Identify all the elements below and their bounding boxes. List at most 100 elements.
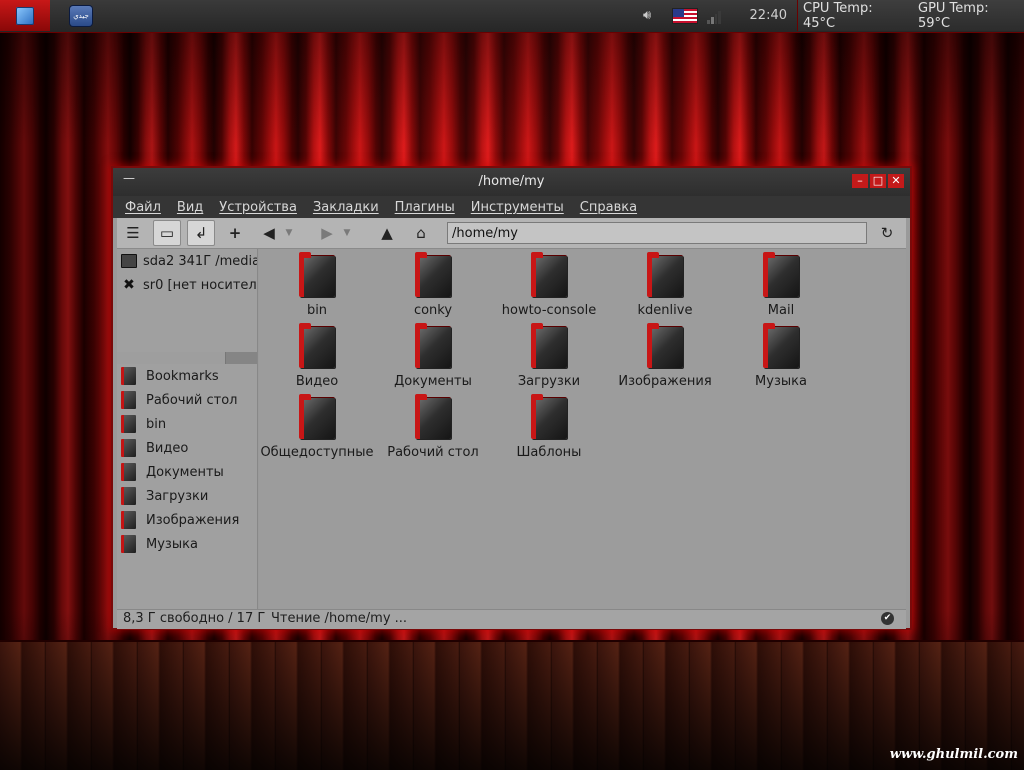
refresh-icon[interactable]: ↻: [873, 220, 901, 246]
folder-icon: [299, 252, 335, 297]
window-titlebar[interactable]: — /home/my – □ ✕: [113, 168, 910, 196]
network-signal-icon[interactable]: [707, 8, 721, 24]
folder-item[interactable]: Видео: [259, 323, 375, 396]
bookmark-label: Документы: [146, 464, 224, 480]
temperature-monitor: CPU Temp: 45°C GPU Temp: 59°C: [797, 0, 1024, 31]
folder-icon: [531, 394, 567, 439]
folder-label: Рабочий стол: [387, 445, 479, 460]
menu-view[interactable]: Вид: [177, 200, 203, 215]
folder-icon: [121, 367, 136, 385]
folder-icon: [121, 391, 136, 409]
eject-x-icon: ✖: [123, 277, 135, 293]
watermark: www.ghulmil.com: [889, 747, 1018, 762]
bookmark-item[interactable]: Изображения: [121, 509, 239, 531]
folder-label: howto-console: [501, 303, 597, 318]
volume-icon[interactable]: 🔊︎: [643, 8, 661, 24]
folder-icon: [299, 323, 335, 368]
folder-item[interactable]: Документы: [375, 323, 491, 396]
stage-floor: [0, 640, 1024, 770]
sidepane-tree-icon[interactable]: ↲: [187, 220, 215, 246]
back-history-dropdown-icon[interactable]: ▼: [281, 220, 297, 246]
menu-file[interactable]: Файл: [125, 200, 161, 215]
folder-icon: [415, 252, 451, 297]
folder-icon: [647, 252, 683, 297]
us-flag-keyboard-layout-icon[interactable]: [673, 9, 697, 23]
sidepane-devices-icon[interactable]: ▭: [153, 220, 181, 246]
back-arrow-icon[interactable]: ◀: [255, 220, 283, 246]
bookmark-item[interactable]: Bookmarks: [121, 365, 219, 387]
folder-icon: [121, 487, 136, 505]
folder-icon: [647, 323, 683, 368]
free-space-status: 8,3 Г свободно / 17 Г: [123, 611, 266, 626]
top-panel: جيدي 🔊︎ 22:40 CPU Temp: 45°C GPU Temp: 5…: [0, 0, 1024, 33]
folder-icon: [415, 323, 451, 368]
bookmark-item[interactable]: Музыка: [121, 533, 198, 555]
folder-label: Общедоступные: [260, 445, 374, 460]
menu-plugins[interactable]: Плагины: [395, 200, 455, 215]
forward-arrow-icon[interactable]: ▶: [313, 220, 341, 246]
folder-item[interactable]: Музыка: [723, 323, 839, 396]
bookmark-label: bin: [146, 416, 167, 432]
folder-label: Mail: [767, 303, 795, 318]
bookmark-label: Загрузки: [146, 488, 209, 504]
maximize-button[interactable]: □: [870, 174, 886, 188]
minimize-button[interactable]: –: [852, 174, 868, 188]
folder-item[interactable]: Рабочий стол: [375, 394, 491, 467]
folder-icon: [299, 394, 335, 439]
side-pane: sda2 341Г /media ✖ sr0 [нет носител Book…: [117, 249, 258, 609]
menu-bookmarks[interactable]: Закладки: [313, 200, 379, 215]
bookmark-label: Bookmarks: [146, 368, 219, 384]
close-button[interactable]: ✕: [888, 174, 904, 188]
bookmark-item[interactable]: Видео: [121, 437, 188, 459]
folder-icon: [763, 252, 799, 297]
cube-logo-icon: [16, 6, 34, 25]
quick-launch-app[interactable]: جيدي: [70, 6, 92, 26]
toolbar: ☰ ▭ ↲ + ◀ ▼ ▶ ▼ ▲ ⌂ ↻: [117, 218, 906, 249]
menubar: Файл Вид Устройства Закладки Плагины Инс…: [113, 196, 910, 218]
menu-tools[interactable]: Инструменты: [471, 200, 564, 215]
folder-item[interactable]: howto-console: [491, 252, 607, 325]
folder-item[interactable]: bin: [259, 252, 375, 325]
bookmark-item[interactable]: bin: [121, 413, 166, 435]
file-manager-window: — /home/my – □ ✕ Файл Вид Устройства Зак…: [111, 166, 912, 630]
folder-item[interactable]: Загрузки: [491, 323, 607, 396]
folder-label: Видео: [295, 374, 339, 389]
up-arrow-icon[interactable]: ▲: [373, 220, 401, 246]
bookmark-label: Видео: [146, 440, 189, 456]
folder-label: Загрузки: [517, 374, 581, 389]
folder-item[interactable]: Общедоступные: [259, 394, 375, 467]
folder-item[interactable]: Шаблоны: [491, 394, 607, 467]
gpu-temp: GPU Temp: 59°C: [918, 0, 989, 31]
device-sr0[interactable]: ✖ sr0 [нет носител: [121, 274, 257, 296]
pane-splitter-scrollbar[interactable]: [117, 352, 257, 364]
folder-label: Музыка: [755, 374, 807, 389]
folder-item[interactable]: conky: [375, 252, 491, 325]
device-sda2[interactable]: sda2 341Г /media: [121, 250, 257, 272]
menu-help[interactable]: Справка: [580, 200, 637, 215]
bookmark-item[interactable]: Документы: [121, 461, 224, 483]
bookmark-label: Рабочий стол: [146, 392, 238, 408]
drive-icon: [121, 253, 137, 269]
bookmark-item[interactable]: Рабочий стол: [121, 389, 237, 411]
location-bar-input[interactable]: [447, 222, 867, 244]
window-controls: – □ ✕: [852, 174, 904, 188]
folder-item[interactable]: kdenlive: [607, 252, 723, 325]
list-view-icon[interactable]: ☰: [119, 220, 147, 246]
clock[interactable]: 22:40: [735, 8, 787, 23]
menu-devices[interactable]: Устройства: [219, 200, 297, 215]
bookmark-item[interactable]: Загрузки: [121, 485, 208, 507]
folder-icon: [415, 394, 451, 439]
new-tab-icon[interactable]: +: [221, 220, 249, 246]
folder-label: Изображения: [618, 374, 712, 389]
folder-icon: [121, 415, 136, 433]
folder-label: Документы: [394, 374, 472, 389]
device-label: sda2 341Г /media: [143, 253, 257, 269]
folder-item[interactable]: Изображения: [607, 323, 723, 396]
folder-item[interactable]: Mail: [723, 252, 839, 325]
folder-icon: [531, 323, 567, 368]
folder-icon: [121, 463, 136, 481]
start-menu-button[interactable]: [0, 0, 50, 31]
forward-history-dropdown-icon[interactable]: ▼: [339, 220, 355, 246]
folder-icon: [121, 439, 136, 457]
home-icon[interactable]: ⌂: [407, 220, 435, 246]
